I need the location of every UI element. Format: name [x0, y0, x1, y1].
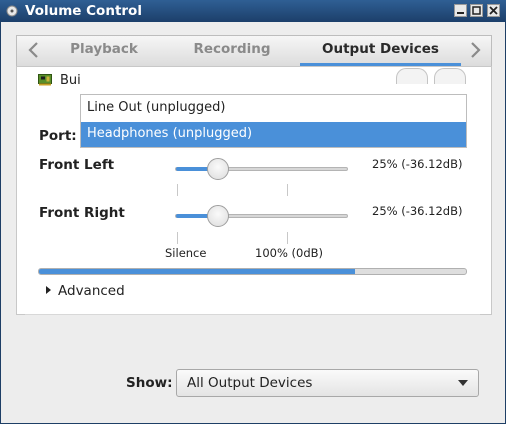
channel-label-front-right: Front Right: [39, 205, 125, 221]
minimize-icon: [457, 12, 464, 14]
show-filter-value: All Output Devices: [187, 375, 313, 391]
sound-card-icon: [38, 74, 52, 86]
window-title: Volume Control: [25, 3, 142, 19]
peak-meter-fill: [39, 269, 355, 274]
full-volume-tick-2: [287, 232, 288, 244]
tab-recording[interactable]: Recording: [177, 36, 287, 66]
advanced-label: Advanced: [58, 283, 125, 299]
close-icon: [489, 6, 498, 15]
device-name: Bui: [60, 73, 81, 88]
chevron-left-icon[interactable]: [27, 41, 41, 59]
port-label: Port:: [39, 128, 77, 144]
dropdown-arrow-icon: [458, 380, 468, 386]
peak-meter: [38, 268, 467, 275]
tab-output-devices[interactable]: Output Devices: [300, 36, 461, 66]
show-label: Show:: [126, 375, 173, 391]
front-left-value: 25% (-36.12dB): [372, 157, 463, 171]
close-button[interactable]: [487, 4, 500, 17]
front-left-slider[interactable]: [175, 167, 348, 171]
title-bar[interactable]: Volume Control: [0, 0, 506, 22]
show-filter-dropdown[interactable]: All Output Devices: [176, 369, 479, 397]
tab-playback[interactable]: Playback: [55, 36, 153, 66]
expander-triangle-icon: [46, 286, 51, 294]
mute-button[interactable]: [396, 68, 428, 84]
minimize-button[interactable]: [454, 4, 467, 17]
port-option-headphones[interactable]: Headphones (unplugged): [81, 122, 466, 147]
silence-mark: Silence: [165, 246, 207, 260]
silence-tick: [177, 184, 178, 196]
channel-label-front-left: Front Left: [39, 157, 115, 173]
lock-channels-button[interactable]: [434, 68, 466, 84]
full-volume-tick: [287, 184, 288, 196]
app-menu-icon[interactable]: [6, 5, 18, 17]
chevron-right-icon[interactable]: [468, 41, 482, 59]
advanced-expander[interactable]: Advanced: [46, 283, 125, 299]
maximize-button[interactable]: [470, 4, 483, 17]
full-volume-mark: 100% (0dB): [255, 246, 324, 260]
maximize-icon: [472, 6, 481, 15]
port-option-line-out[interactable]: Line Out (unplugged): [81, 96, 466, 121]
port-dropdown-list[interactable]: Line Out (unplugged) Headphones (unplugg…: [80, 94, 467, 148]
front-right-slider[interactable]: [175, 214, 348, 218]
tab-bar: Playback Recording Output Devices: [16, 35, 492, 66]
silence-tick-2: [177, 232, 178, 244]
front-right-value: 25% (-36.12dB): [372, 204, 463, 218]
separator: [25, 314, 480, 315]
